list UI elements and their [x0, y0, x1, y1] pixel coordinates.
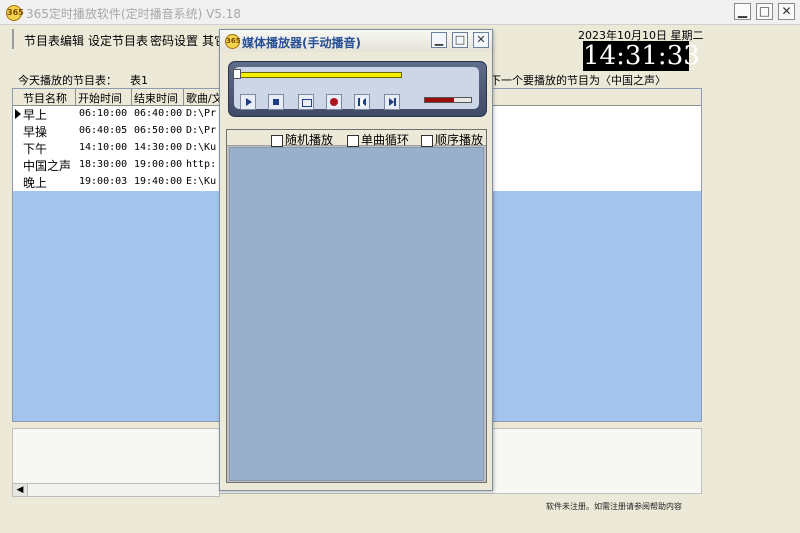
cell-file: D:\Pr: [186, 125, 217, 136]
header-file[interactable]: 歌曲/文: [186, 90, 223, 106]
header-end[interactable]: 结束时间: [134, 90, 178, 106]
sequential-label: 顺序播放: [435, 133, 484, 147]
menu-program-edit[interactable]: 节目表编辑: [24, 32, 84, 49]
cell-file: D:\Ku: [186, 142, 217, 153]
cell-name: 早操: [23, 125, 48, 139]
cell-file: http:: [186, 159, 217, 170]
player-close-button[interactable]: ✕: [473, 32, 489, 48]
status-text: 软件未注册。如需注册请参阅帮助内容: [546, 502, 682, 511]
clock-display: 14:31:33: [583, 41, 700, 71]
horizontal-scrollbar[interactable]: ◀: [12, 483, 220, 497]
player-title-bar[interactable]: 365 媒体播放器(手动播音) ▁ □ ✕: [220, 30, 492, 52]
today-table-value: 表1: [130, 74, 148, 87]
cell-end: 06:50:00: [134, 125, 183, 136]
menu-password[interactable]: 密码设置: [150, 32, 198, 49]
cell-name: 中国之声: [23, 159, 72, 173]
seek-bar[interactable]: [238, 72, 402, 78]
player-maximize-button[interactable]: □: [452, 32, 468, 48]
app-logo-icon: 365: [6, 5, 24, 21]
play-icon[interactable]: [240, 94, 256, 110]
cell-end: 19:00:00: [134, 159, 183, 170]
player-minimize-button[interactable]: ▁: [431, 32, 447, 48]
record-icon[interactable]: [326, 94, 342, 110]
play-mode-options: 随机播放 单曲循环 顺序播放: [227, 130, 486, 148]
cell-file: D:\Pr: [186, 108, 217, 119]
minimize-button[interactable]: ▁: [734, 3, 751, 20]
cell-file: E:\Ku: [186, 176, 217, 187]
header-start[interactable]: 开始时间: [78, 90, 122, 106]
repeat-one-checkbox[interactable]: 单曲循环: [347, 131, 409, 148]
cell-end: 06:40:00: [134, 108, 183, 119]
seek-thumb[interactable]: [233, 69, 241, 79]
main-window-title: 365定时播放软件(定时播音系统) V5.18: [26, 7, 242, 21]
shuffle-checkbox[interactable]: 随机播放: [271, 131, 333, 148]
cell-end: 14:30:00: [134, 142, 183, 153]
maximize-button[interactable]: □: [756, 3, 773, 20]
shuffle-label: 随机播放: [285, 133, 334, 147]
menu-bar: 节目表编辑 设定节目表 密码设置 其它: [12, 29, 226, 49]
header-name[interactable]: 节目名称: [23, 90, 67, 106]
cell-name: 早上: [23, 108, 48, 122]
menu-set-program[interactable]: 设定节目表: [88, 32, 148, 49]
cell-start: 06:10:00: [79, 108, 128, 119]
repeat-one-label: 单曲循环: [361, 133, 410, 147]
playlist-list[interactable]: [229, 147, 484, 481]
cell-start: 14:10:00: [79, 142, 128, 153]
playlist-panel: 随机播放 单曲循环 顺序播放: [226, 129, 487, 483]
media-player-window: 365 媒体播放器(手动播音) ▁ □ ✕ 随机播放 单曲循环 顺序播放: [219, 29, 493, 491]
player-title: 媒体播放器(手动播音): [242, 36, 361, 50]
cell-name: 晚上: [23, 176, 48, 190]
cell-start: 19:00:03: [79, 176, 128, 187]
cell-name: 下午: [23, 142, 48, 156]
today-table-label: 今天播放的节目表：: [18, 74, 117, 87]
player-controls: [228, 61, 487, 117]
previous-track-icon[interactable]: [354, 94, 370, 110]
current-row-indicator-icon: [15, 109, 21, 119]
stop-icon[interactable]: [268, 94, 284, 110]
cell-start: 06:40:05: [79, 125, 128, 136]
main-title-bar[interactable]: 365 365定时播放软件(定时播音系统) V5.18 ▁ □ ✕: [0, 0, 800, 25]
cell-start: 18:30:00: [79, 159, 128, 170]
close-button[interactable]: ✕: [778, 3, 795, 20]
next-program-label: 下一个要播放的节目为〈中国之声〉: [490, 74, 666, 87]
scroll-left-arrow-icon[interactable]: ◀: [13, 484, 28, 496]
next-track-icon[interactable]: [384, 94, 400, 110]
open-folder-icon[interactable]: [298, 94, 314, 110]
sequential-checkbox[interactable]: 顺序播放: [421, 131, 483, 148]
player-logo-icon: 365: [225, 34, 241, 49]
cell-end: 19:40:00: [134, 176, 183, 187]
volume-slider[interactable]: [424, 97, 472, 103]
